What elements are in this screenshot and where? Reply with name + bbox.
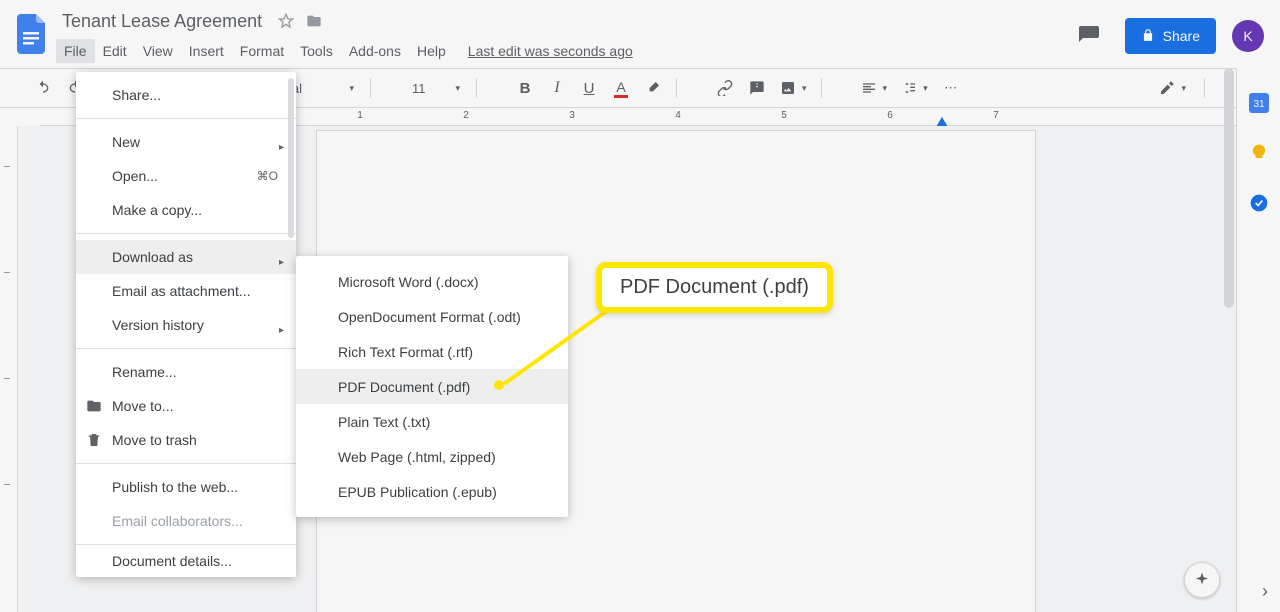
- share-button[interactable]: Share: [1125, 18, 1216, 54]
- title-bar: Tenant Lease Agreement File Edit View In…: [0, 0, 1280, 68]
- star-icon[interactable]: [276, 11, 296, 31]
- menu-item-version-history[interactable]: Version history: [76, 308, 296, 342]
- ruler-number: 1: [357, 110, 363, 121]
- menu-help[interactable]: Help: [409, 39, 454, 63]
- menu-item-download-as[interactable]: Download as: [76, 240, 296, 274]
- line-spacing-button[interactable]: [897, 75, 932, 101]
- menu-separator: [76, 544, 296, 545]
- ruler-number: 7: [993, 110, 999, 121]
- menu-addons[interactable]: Add-ons: [341, 39, 409, 63]
- expand-panel-icon[interactable]: ›: [1262, 581, 1268, 602]
- last-edit-link[interactable]: Last edit was seconds ago: [468, 43, 633, 59]
- submenu-item-rtf[interactable]: Rich Text Format (.rtf): [296, 334, 568, 369]
- insert-comment-button[interactable]: [744, 75, 770, 101]
- bold-button[interactable]: B: [512, 75, 538, 101]
- trash-icon: [86, 432, 102, 448]
- submenu-item-txt[interactable]: Plain Text (.txt): [296, 404, 568, 439]
- file-menu: Share... New Open...⌘O Make a copy... Do…: [76, 72, 296, 577]
- separator: [370, 78, 396, 98]
- italic-button[interactable]: I: [544, 75, 570, 101]
- separator: [676, 78, 702, 98]
- side-panel: 31 ›: [1236, 68, 1280, 612]
- document-title[interactable]: Tenant Lease Agreement: [56, 9, 268, 34]
- share-label: Share: [1163, 28, 1200, 44]
- annotation-callout: PDF Document (.pdf): [596, 262, 833, 313]
- menu-file[interactable]: File: [56, 39, 95, 63]
- folder-icon: [86, 398, 102, 414]
- tasks-icon[interactable]: [1248, 192, 1270, 214]
- menu-item-open[interactable]: Open...⌘O: [76, 159, 296, 193]
- menu-item-rename[interactable]: Rename...: [76, 355, 296, 389]
- font-size-select[interactable]: 11: [406, 75, 466, 101]
- align-button[interactable]: [857, 75, 892, 101]
- calendar-icon[interactable]: 31: [1248, 92, 1270, 114]
- ruler-number: 2: [463, 110, 469, 121]
- menu-separator: [76, 118, 296, 119]
- lock-icon: [1141, 28, 1155, 45]
- submenu-item-pdf[interactable]: PDF Document (.pdf): [296, 369, 568, 404]
- insert-link-button[interactable]: [712, 75, 738, 101]
- menu-item-email-attachment[interactable]: Email as attachment...: [76, 274, 296, 308]
- menu-separator: [76, 348, 296, 349]
- submenu-item-epub[interactable]: EPUB Publication (.epub): [296, 474, 568, 509]
- menu-item-move-to-trash[interactable]: Move to trash: [76, 423, 296, 457]
- ruler-number: 4: [675, 110, 681, 121]
- highlight-button[interactable]: [640, 75, 666, 101]
- folder-icon[interactable]: [304, 11, 324, 31]
- editing-mode-button[interactable]: [1155, 75, 1190, 101]
- insert-image-button[interactable]: [776, 75, 811, 101]
- submenu-item-docx[interactable]: Microsoft Word (.docx): [296, 264, 568, 299]
- submenu-item-odt[interactable]: OpenDocument Format (.odt): [296, 299, 568, 334]
- text-color-button[interactable]: A: [608, 75, 634, 101]
- explore-button[interactable]: [1184, 562, 1220, 598]
- menu-edit[interactable]: Edit: [95, 39, 135, 63]
- menu-view[interactable]: View: [135, 39, 181, 63]
- separator: [821, 78, 847, 98]
- comments-icon[interactable]: [1069, 16, 1109, 56]
- keep-icon[interactable]: [1248, 142, 1270, 164]
- vertical-scrollbar[interactable]: [1222, 68, 1236, 612]
- undo-button[interactable]: [30, 75, 56, 101]
- menu-item-make-copy[interactable]: Make a copy...: [76, 193, 296, 227]
- menu-item-new[interactable]: New: [76, 125, 296, 159]
- vertical-ruler[interactable]: [0, 126, 18, 612]
- menu-item-publish[interactable]: Publish to the web...: [76, 470, 296, 504]
- menu-tools[interactable]: Tools: [292, 39, 341, 63]
- menu-separator: [76, 463, 296, 464]
- ruler-number: 5: [781, 110, 787, 121]
- separator: [476, 78, 502, 98]
- ruler-number: 3: [569, 110, 575, 121]
- menu-item-share[interactable]: Share...: [76, 78, 296, 112]
- google-docs-icon[interactable]: [12, 6, 52, 62]
- menu-item-email-collab: Email collaborators...: [76, 504, 296, 538]
- menu-bar: File Edit View Insert Format Tools Add-o…: [56, 36, 633, 66]
- underline-button[interactable]: U: [576, 75, 602, 101]
- svg-text:31: 31: [1253, 99, 1265, 110]
- menu-separator: [76, 233, 296, 234]
- menu-item-doc-details[interactable]: Document details...: [76, 551, 296, 571]
- annotation-dot: [494, 380, 504, 390]
- menu-item-move-to[interactable]: Move to...: [76, 389, 296, 423]
- account-avatar[interactable]: K: [1232, 20, 1264, 52]
- ruler-number: 6: [887, 110, 893, 121]
- menu-format[interactable]: Format: [232, 39, 292, 63]
- menu-insert[interactable]: Insert: [181, 39, 232, 63]
- download-as-submenu: Microsoft Word (.docx) OpenDocument Form…: [296, 256, 568, 517]
- submenu-item-html[interactable]: Web Page (.html, zipped): [296, 439, 568, 474]
- more-button[interactable]: ⋯: [938, 75, 964, 101]
